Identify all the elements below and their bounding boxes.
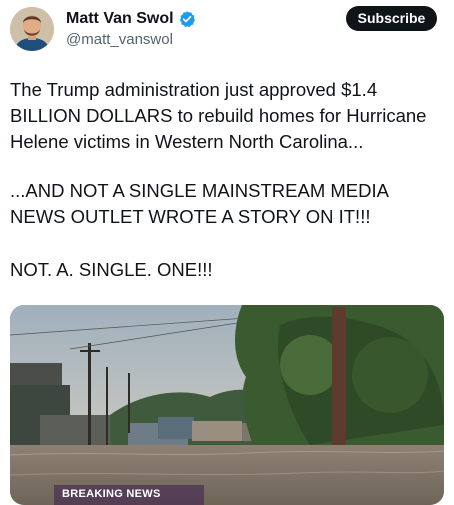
avatar[interactable] bbox=[10, 7, 54, 51]
author-handle[interactable]: @matt_vanswol bbox=[66, 31, 173, 49]
tweet-paragraph: ...AND NOT A SINGLE MAINSTREAM MEDIA NEW… bbox=[10, 180, 388, 227]
verified-badge-icon bbox=[179, 11, 196, 28]
tweet-media-image[interactable]: BREAKING NEWS bbox=[10, 305, 444, 505]
avatar-photo bbox=[10, 7, 54, 51]
tweet-paragraph: NOT. A. SINGLE. ONE!!! bbox=[10, 259, 213, 280]
tweet-header: Matt Van Swol @matt_vanswol Subscribe bbox=[0, 0, 454, 60]
author-name[interactable]: Matt Van Swol bbox=[66, 9, 174, 29]
subscribe-button[interactable]: Subscribe bbox=[346, 6, 437, 31]
flood-scene-image bbox=[10, 305, 444, 505]
tweet-paragraph: The Trump administration just approved $… bbox=[10, 79, 427, 152]
breaking-news-caption: BREAKING NEWS bbox=[62, 488, 161, 500]
